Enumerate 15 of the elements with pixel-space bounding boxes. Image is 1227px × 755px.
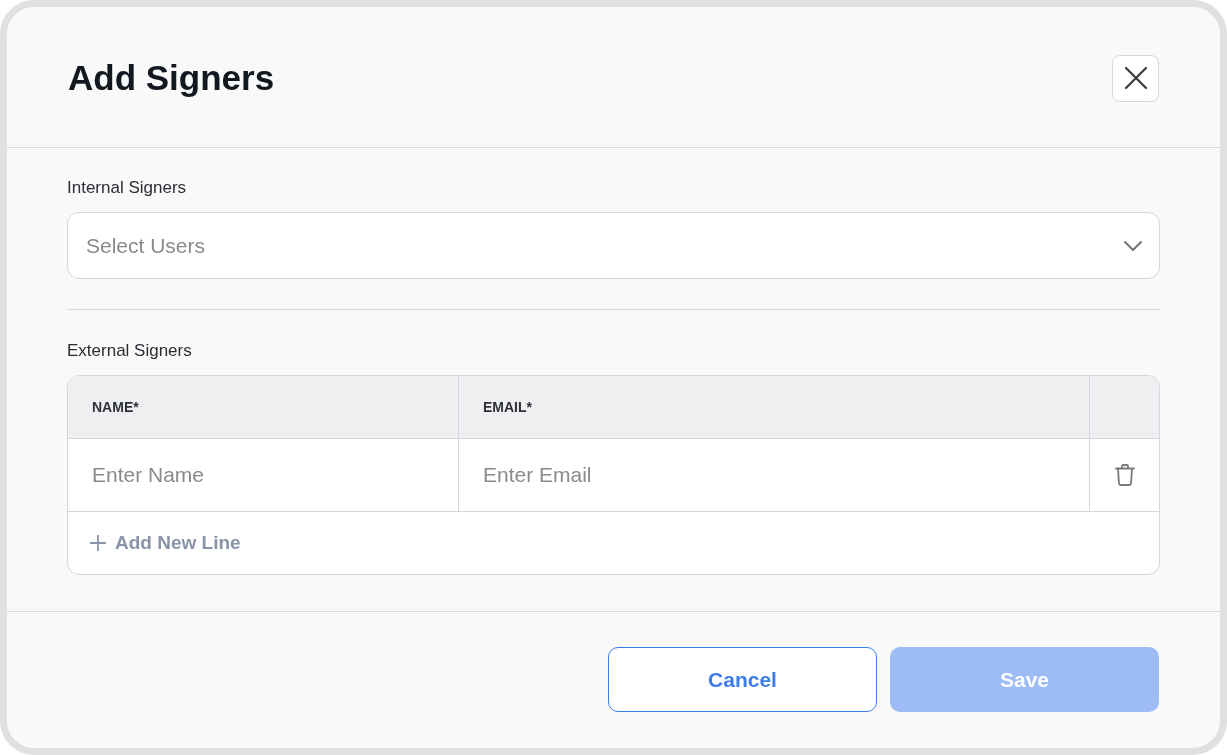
field-label: Internal Signers	[67, 178, 187, 198]
column-header: NAME*	[92, 399, 139, 415]
chevron-down-icon	[1124, 241, 1142, 251]
close-button[interactable]	[1112, 54, 1159, 102]
cancel-button[interactable]: Cancel	[608, 647, 877, 712]
dialog-title: Add Signers	[68, 57, 275, 99]
name-input-field[interactable]: Enter Name	[68, 439, 458, 511]
trash-icon[interactable]	[1114, 464, 1135, 486]
select-field[interactable]: Select Users	[67, 212, 1160, 279]
add-line-button[interactable]: Add New Line	[90, 532, 241, 554]
field-label: External Signers	[67, 341, 192, 361]
email-input-field[interactable]: Enter Email	[459, 439, 1089, 511]
plus-icon	[90, 535, 106, 551]
column-header: EMAIL*	[483, 399, 532, 415]
close-icon	[1124, 67, 1147, 89]
